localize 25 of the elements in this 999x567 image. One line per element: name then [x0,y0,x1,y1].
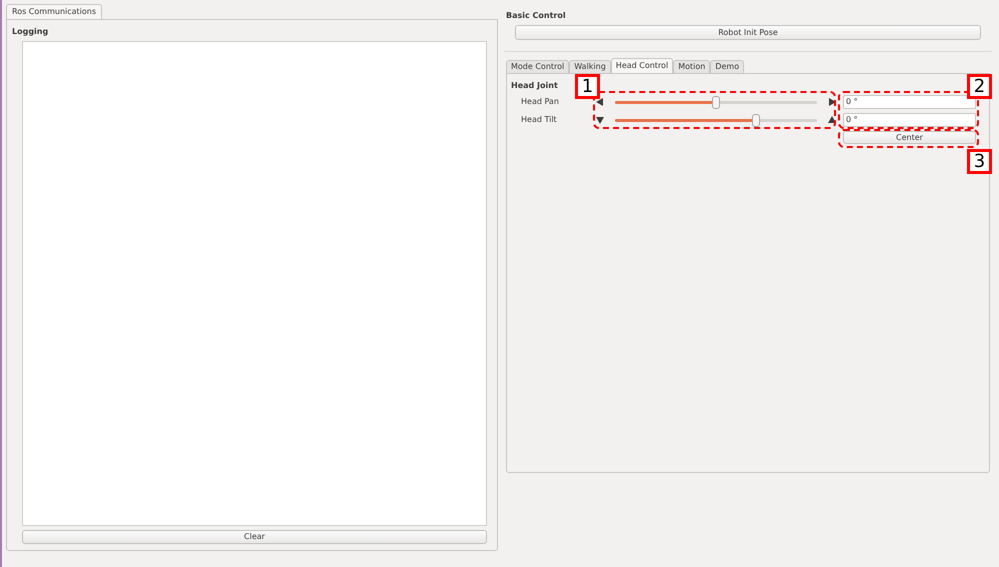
right-triangle-icon [827,97,837,107]
tab[interactable]: Walking [569,60,611,73]
tab[interactable]: Motion [673,60,710,73]
spin-box[interactable]: 0 ° [843,113,976,127]
joint-label: Head Tilt [520,114,558,126]
down-triangle-icon [595,115,605,125]
tab[interactable]: Demo [710,60,744,73]
tab[interactable]: Ros Communications [6,4,102,19]
joint-label: Head Pan [520,96,560,108]
center-button[interactable]: Center [843,131,976,144]
left-triangle-icon [595,97,605,107]
tab[interactable]: Head Control [610,58,674,73]
group-title: Head Joint [511,80,558,92]
spin-box[interactable]: 0 ° [843,95,976,109]
clear-button[interactable]: Clear [22,530,487,544]
callout-number: 3 [967,149,992,174]
slider-handle[interactable] [712,96,720,108]
up-triangle-icon [827,115,837,125]
tab[interactable]: Mode Control [506,60,570,73]
logging-title: Logging [12,26,50,38]
robot-init-pose-button[interactable]: Robot Init Pose [515,25,981,40]
slider-handle[interactable] [752,114,760,126]
callout-number: 1 [575,74,600,99]
section-title: Basic Control [506,10,567,22]
callout-number: 2 [967,74,992,99]
